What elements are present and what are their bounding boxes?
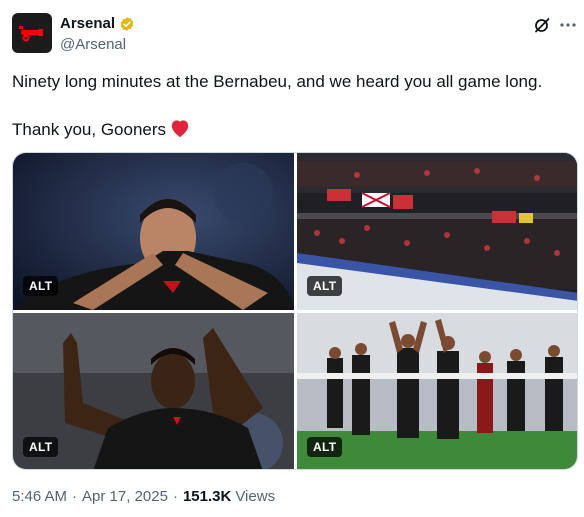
avatar[interactable] (12, 13, 52, 53)
red-heart-icon (171, 120, 189, 138)
separator-dot: · (72, 488, 78, 505)
display-name[interactable]: Arsenal (60, 15, 115, 32)
media-grid: ALT ALT ALT ALT (12, 152, 578, 470)
verified-badge-icon (120, 16, 134, 31)
photo-away-fans-stand[interactable]: ALT (297, 153, 577, 310)
views-label: Views (235, 488, 276, 505)
tweet-text-line-1: Ninety long minutes at the Bernabeu, and… (12, 72, 543, 91)
tweet-date[interactable]: Apr 17, 2025 (82, 488, 168, 505)
tweet-text-thanks: Thank you, Gooners (12, 120, 167, 139)
photo-player-blowing-kiss[interactable]: ALT (13, 153, 294, 310)
more-options-icon[interactable] (558, 15, 578, 35)
tweet-time[interactable]: 5:46 AM (12, 488, 67, 505)
views-count: 151.3K (182, 488, 232, 505)
alt-badge[interactable]: ALT (307, 437, 343, 457)
tweet-meta: 5:46 AM · Apr 17, 2025 · 151.3K Views (12, 488, 275, 505)
photo-player-applauding[interactable]: ALT (13, 313, 294, 469)
arsenal-cannon-icon (19, 26, 43, 42)
tweet-text-line-2: Thank you, Gooners (12, 118, 572, 142)
grok-icon[interactable] (532, 15, 552, 35)
author-handle[interactable]: @Arsenal (60, 36, 126, 53)
tweet-header: Arsenal @Arsenal (12, 13, 576, 57)
tweet-text: Ninety long minutes at the Bernabeu, and… (12, 70, 572, 142)
alt-badge[interactable]: ALT (307, 276, 343, 296)
alt-badge[interactable]: ALT (23, 276, 59, 296)
photo-team-applauding-on-pitch[interactable]: ALT (297, 313, 577, 469)
author-name-line: Arsenal (60, 15, 135, 32)
alt-badge[interactable]: ALT (23, 437, 59, 457)
separator-dot: · (172, 488, 178, 505)
